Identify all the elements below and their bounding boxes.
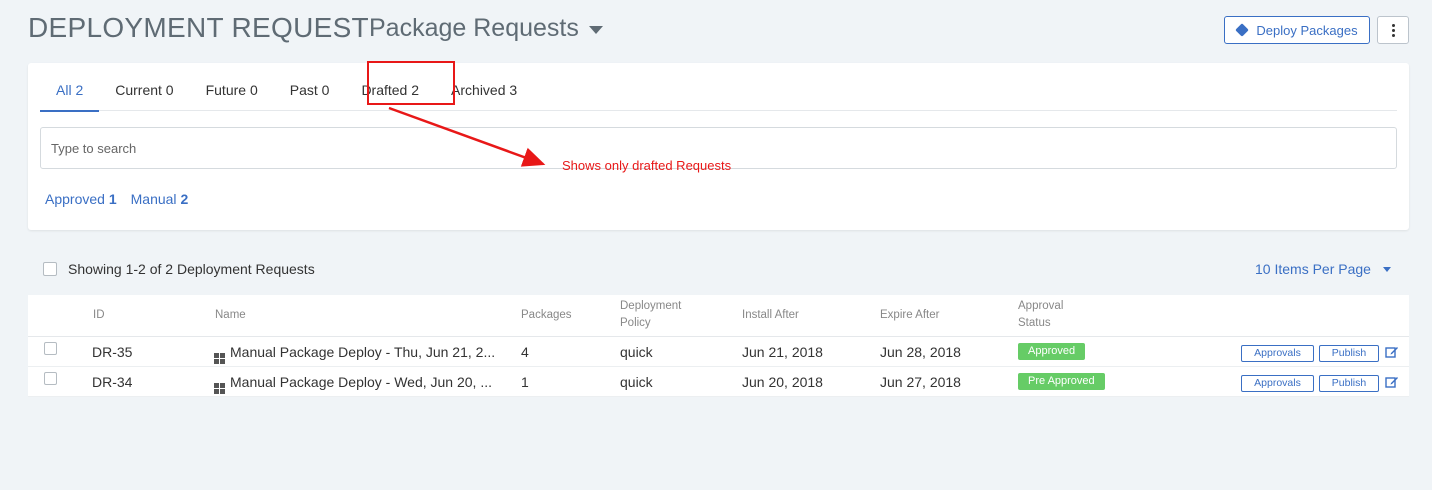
row-packages: 1 — [521, 374, 529, 390]
col-deployment-policy[interactable]: Deployment Policy — [620, 298, 681, 332]
col-id[interactable]: ID — [93, 307, 105, 324]
approvals-button[interactable]: Approvals — [1241, 375, 1314, 392]
row-name[interactable]: Manual Package Deploy - Wed, Jun 20, ... — [214, 374, 514, 394]
table-row[interactable]: DR-35 Manual Package Deploy - Thu, Jun 2… — [28, 337, 1409, 367]
requests-table: ID Name Packages Deployment Policy Insta… — [28, 295, 1409, 397]
edit-icon[interactable] — [1385, 375, 1399, 389]
row-checkbox[interactable] — [44, 372, 57, 385]
row-install-after: Jun 21, 2018 — [742, 344, 823, 360]
select-all-row: Showing 1-2 of 2 Deployment Requests — [43, 261, 315, 277]
row-checkbox[interactable] — [44, 342, 57, 355]
row-id: DR-35 — [92, 344, 133, 360]
items-per-page-label: 10 Items Per Page — [1255, 261, 1371, 277]
windows-icon — [214, 383, 225, 394]
windows-icon — [214, 353, 225, 364]
select-all-checkbox[interactable] — [43, 262, 57, 276]
annotation-arrow — [388, 106, 546, 167]
showing-count: Showing 1-2 of 2 Deployment Requests — [68, 261, 315, 277]
approvals-button[interactable]: Approvals — [1241, 345, 1314, 362]
items-per-page-dropdown[interactable]: 10 Items Per Page — [1255, 261, 1391, 277]
table-row[interactable]: DR-34 Manual Package Deploy - Wed, Jun 2… — [28, 367, 1409, 397]
row-name[interactable]: Manual Package Deploy - Thu, Jun 21, 2..… — [214, 344, 514, 364]
edit-icon[interactable] — [1385, 345, 1399, 359]
status-badge: Pre Approved — [1018, 373, 1105, 390]
row-expire-after: Jun 28, 2018 — [880, 344, 961, 360]
table-header: ID Name Packages Deployment Policy Insta… — [28, 295, 1409, 337]
col-packages[interactable]: Packages — [521, 307, 572, 324]
row-policy: quick — [620, 344, 653, 360]
col-name[interactable]: Name — [215, 307, 246, 324]
row-install-after: Jun 20, 2018 — [742, 374, 823, 390]
row-packages: 4 — [521, 344, 529, 360]
publish-button[interactable]: Publish — [1319, 375, 1379, 392]
col-expire-after[interactable]: Expire After — [880, 307, 939, 324]
publish-button[interactable]: Publish — [1319, 345, 1379, 362]
status-badge: Approved — [1018, 343, 1086, 360]
annotation-text: Shows only drafted Requests — [562, 158, 732, 173]
caret-down-icon — [1382, 266, 1391, 272]
row-policy: quick — [620, 374, 653, 390]
col-install-after[interactable]: Install After — [742, 307, 799, 324]
row-expire-after: Jun 27, 2018 — [880, 374, 961, 390]
col-approval-status[interactable]: Approval Status — [1018, 298, 1063, 332]
row-id: DR-34 — [92, 374, 133, 390]
